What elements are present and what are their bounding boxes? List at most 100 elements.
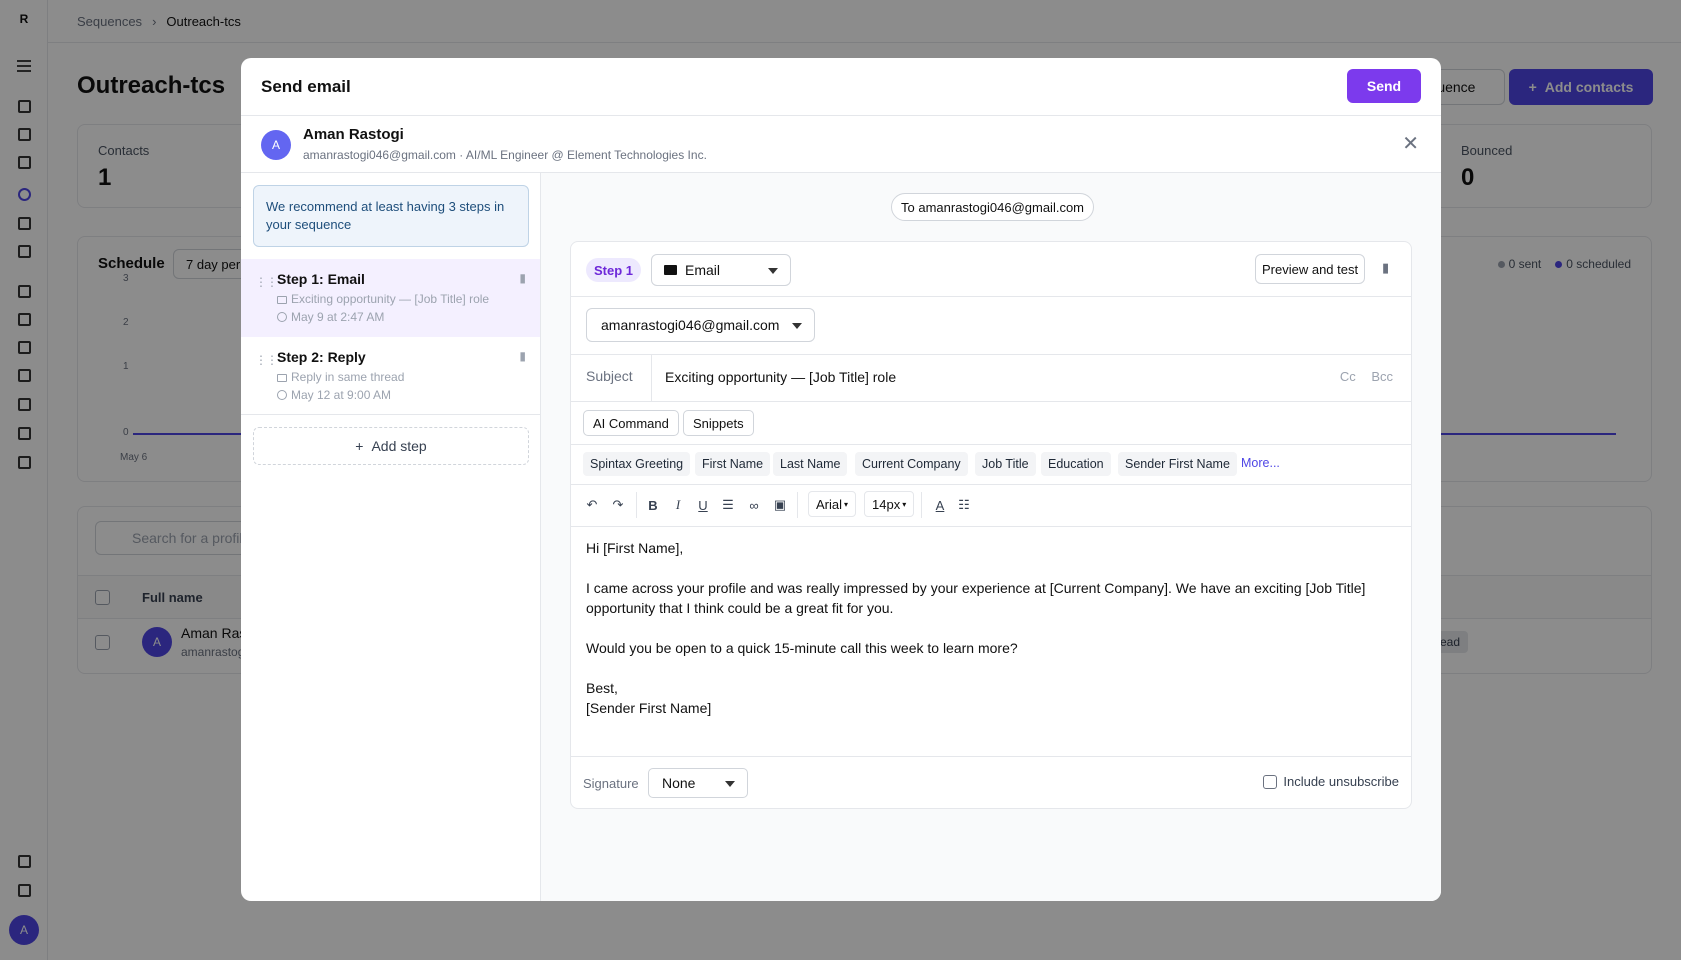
- font-size-select[interactable]: 14px ▾: [864, 491, 915, 517]
- redo-icon[interactable]: ↷: [609, 494, 627, 516]
- image-icon[interactable]: ▣: [772, 494, 788, 516]
- add-step-button[interactable]: + Add step: [253, 427, 529, 465]
- step-item-2[interactable]: ⋮⋮ Step 2: Reply Reply in same thread Ma…: [241, 337, 540, 415]
- divider: [571, 296, 1411, 297]
- recipient-pill: To amanrastogi046@gmail.com: [891, 193, 1095, 221]
- variable-chip[interactable]: Last Name: [773, 452, 848, 476]
- send-button[interactable]: Send: [1347, 69, 1421, 103]
- step-title: Step 2: Reply: [277, 349, 366, 365]
- font-value: Arial: [816, 496, 843, 512]
- plus-icon: +: [355, 438, 364, 454]
- undo-icon[interactable]: ↶: [583, 494, 601, 516]
- drag-handle-icon[interactable]: ⋮⋮: [255, 353, 278, 367]
- email-body-editor[interactable]: Hi [First Name], I came across your prof…: [586, 538, 1386, 718]
- step-time-text: May 12 at 9:00 AM: [291, 388, 392, 402]
- from-select[interactable]: amanrastogi046@gmail.com: [586, 308, 815, 342]
- variable-chip[interactable]: Sender First Name: [1118, 452, 1237, 476]
- contact-meta: amanrastogi046@gmail.com · AI/ML Enginee…: [303, 148, 707, 162]
- drag-handle-icon[interactable]: ⋮⋮: [255, 275, 278, 289]
- divider: [651, 354, 652, 401]
- signature-select[interactable]: None: [648, 768, 748, 798]
- body-paragraph: I came across your profile and was reall…: [586, 580, 1366, 616]
- divider: [571, 756, 1411, 757]
- divider: [921, 492, 922, 518]
- avatar: A: [261, 130, 291, 160]
- variable-chip[interactable]: Current Company: [855, 452, 968, 476]
- signature-value: None: [662, 775, 696, 791]
- chevron-down-icon: [768, 268, 778, 274]
- close-icon[interactable]: ✕: [1402, 131, 1419, 156]
- more-variables-link[interactable]: More...: [1241, 456, 1280, 470]
- from-value: amanrastogi046@gmail.com: [601, 317, 780, 333]
- body-closing: Best,: [586, 680, 618, 696]
- mail-icon: [277, 296, 287, 304]
- steps-panel: We recommend at least having 3 steps in …: [241, 172, 541, 901]
- step-subject-text: Exciting opportunity — [Job Title] role: [291, 292, 490, 306]
- step-item-1[interactable]: ⋮⋮ Step 1: Email Exciting opportunity — …: [241, 259, 540, 337]
- chevron-down-icon: ▾: [844, 499, 849, 509]
- divider: [571, 484, 1411, 485]
- snippets-button[interactable]: Snippets: [683, 410, 754, 436]
- modal-header: Send email Send: [241, 58, 1441, 116]
- ai-command-button[interactable]: AI Command: [583, 410, 679, 436]
- trash-icon[interactable]: ▮: [1382, 260, 1389, 276]
- body-signoff: [Sender First Name]: [586, 700, 712, 716]
- signature-label: Signature: [583, 776, 639, 791]
- body-paragraph: Would you be open to a quick 15-minute c…: [586, 640, 1018, 656]
- text-color-icon[interactable]: A: [932, 494, 948, 516]
- numbered-list-icon[interactable]: ☷: [956, 494, 972, 516]
- font-select[interactable]: Arial ▾: [808, 491, 857, 517]
- add-step-label: Add step: [371, 438, 427, 454]
- preview-and-test-button[interactable]: Preview and test: [1255, 254, 1366, 284]
- variable-chip[interactable]: Education: [1041, 452, 1111, 476]
- subject-row: Subject Exciting opportunity — [Job Titl…: [571, 354, 1411, 401]
- step-subject-text: Reply in same thread: [291, 370, 405, 384]
- unsubscribe-checkbox[interactable]: [1263, 774, 1278, 789]
- send-email-modal: Send email Send A Aman Rastogi amanrasto…: [241, 58, 1441, 901]
- cc-bcc-links: Cc Bcc: [1340, 369, 1393, 384]
- step-subject: Reply in same thread: [277, 370, 404, 384]
- subject-label: Subject: [586, 368, 633, 384]
- step-type-select[interactable]: Email: [651, 254, 791, 286]
- envelope-icon: [664, 265, 677, 275]
- recommendation-notice: We recommend at least having 3 steps in …: [253, 185, 529, 247]
- step-time-text: May 9 at 2:47 AM: [291, 310, 385, 324]
- cc-button[interactable]: Cc: [1340, 369, 1356, 384]
- variable-chip[interactable]: Job Title: [975, 452, 1036, 476]
- contact-name: Aman Rastogi: [303, 126, 404, 143]
- bold-icon[interactable]: B: [645, 494, 661, 516]
- bullet-list-icon[interactable]: ☰: [720, 494, 736, 516]
- include-unsubscribe[interactable]: Include unsubscribe: [1263, 774, 1399, 789]
- trash-icon[interactable]: ▮: [519, 349, 526, 363]
- modal-title: Send email: [261, 77, 351, 96]
- mail-icon: [277, 374, 287, 382]
- font-size-value: 14px: [872, 496, 901, 512]
- divider: [571, 526, 1411, 527]
- underline-icon[interactable]: U: [695, 494, 711, 516]
- chevron-down-icon: [725, 781, 735, 787]
- clock-icon: [277, 312, 287, 322]
- variable-chip[interactable]: First Name: [695, 452, 771, 476]
- divider: [797, 492, 798, 518]
- link-icon[interactable]: ∞: [746, 494, 762, 516]
- divider: [571, 401, 1411, 402]
- step-badge: Step 1: [586, 258, 642, 282]
- chevron-down-icon: ▾: [902, 499, 907, 509]
- body-greeting: Hi [First Name],: [586, 540, 684, 556]
- divider: [636, 492, 637, 518]
- editor-panel: To amanrastogi046@gmail.com Step 1 Email…: [541, 172, 1441, 901]
- step-time: May 9 at 2:47 AM: [277, 310, 384, 324]
- divider: [571, 444, 1411, 445]
- trash-icon[interactable]: ▮: [519, 271, 526, 285]
- unsubscribe-label: Include unsubscribe: [1283, 774, 1399, 789]
- bcc-button[interactable]: Bcc: [1371, 369, 1393, 384]
- clock-icon: [277, 390, 287, 400]
- step-subject: Exciting opportunity — [Job Title] role: [277, 292, 489, 306]
- variable-chip[interactable]: Spintax Greeting: [583, 452, 691, 476]
- subject-input[interactable]: Exciting opportunity — [Job Title] role: [665, 369, 896, 385]
- step-type-value: Email: [685, 262, 721, 278]
- step-title: Step 1: Email: [277, 271, 365, 287]
- italic-icon[interactable]: I: [670, 494, 686, 516]
- step-time: May 12 at 9:00 AM: [277, 388, 391, 402]
- email-editor-card: Step 1 Email Preview and test ▮ amanrast…: [570, 241, 1412, 809]
